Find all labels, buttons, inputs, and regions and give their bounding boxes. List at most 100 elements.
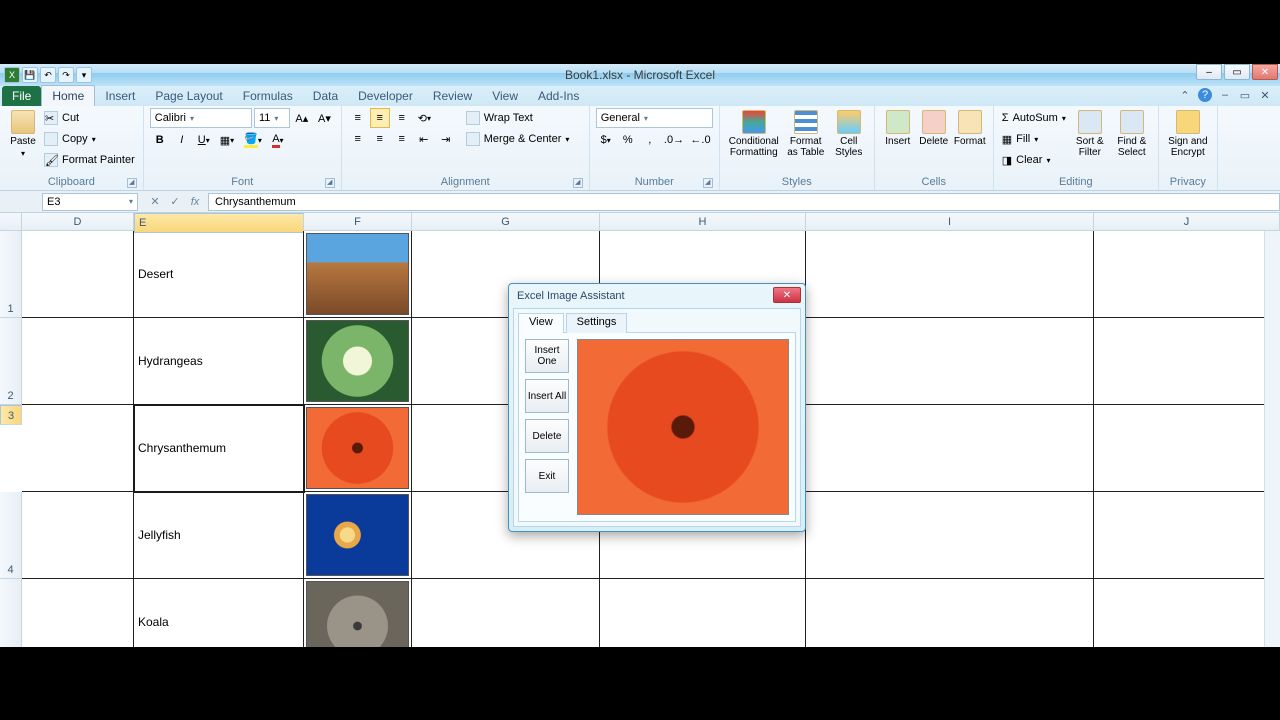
increase-decimal-button[interactable]: .0→: [662, 130, 687, 150]
cell[interactable]: [22, 318, 134, 405]
copy-button[interactable]: Copy▾: [42, 129, 137, 149]
delete-cells-button[interactable]: Delete: [917, 108, 951, 174]
increase-indent-button[interactable]: ⇥: [436, 129, 456, 149]
cut-button[interactable]: ✂Cut: [42, 108, 137, 128]
format-as-table-button[interactable]: Format as Table: [784, 108, 828, 174]
column-header-H[interactable]: H: [600, 213, 806, 230]
tab-review[interactable]: Review: [423, 86, 482, 106]
column-header-D[interactable]: D: [22, 213, 134, 230]
qat-custom-icon[interactable]: ▾: [76, 67, 92, 83]
doc-close-icon[interactable]: ✕: [1258, 88, 1272, 102]
column-header-G[interactable]: G: [412, 213, 600, 230]
help-icon[interactable]: ?: [1198, 88, 1212, 102]
align-middle-button[interactable]: ≡: [370, 108, 390, 128]
cell[interactable]: [1094, 492, 1280, 579]
autosum-button[interactable]: ΣAutoSum▾: [1000, 108, 1068, 128]
cell[interactable]: [600, 579, 806, 647]
border-button[interactable]: ▦▾: [216, 130, 238, 150]
cell[interactable]: [1094, 318, 1280, 405]
accounting-button[interactable]: $▾: [596, 130, 616, 150]
cell[interactable]: [806, 492, 1094, 579]
align-right-button[interactable]: ≡: [392, 129, 412, 149]
number-format-select[interactable]: General▾: [596, 108, 713, 128]
font-launcher[interactable]: ◢: [325, 178, 335, 188]
formula-input[interactable]: Chrysanthemum: [208, 193, 1280, 211]
dialog-delete-button[interactable]: Delete: [525, 419, 569, 453]
cell[interactable]: [304, 318, 412, 405]
number-launcher[interactable]: ◢: [703, 178, 713, 188]
conditional-formatting-button[interactable]: Conditional Formatting: [726, 108, 782, 174]
tab-data[interactable]: Data: [303, 86, 348, 106]
insert-one-button[interactable]: Insert One: [525, 339, 569, 373]
sign-encrypt-button[interactable]: Sign and Encrypt: [1165, 108, 1211, 174]
font-size-select[interactable]: 11▾: [254, 108, 290, 128]
doc-restore-icon[interactable]: ▭: [1238, 88, 1252, 102]
merge-center-button[interactable]: Merge & Center▾: [464, 129, 572, 149]
cell[interactable]: [304, 579, 412, 647]
row-header[interactable]: 5: [0, 579, 22, 647]
align-top-button[interactable]: ≡: [348, 108, 368, 128]
tab-view[interactable]: View: [482, 86, 528, 106]
underline-button[interactable]: U▾: [194, 130, 214, 150]
shrink-font-button[interactable]: A▾: [314, 108, 335, 128]
grow-font-button[interactable]: A▴: [292, 108, 313, 128]
dialog-tab-settings[interactable]: Settings: [566, 313, 628, 333]
name-box[interactable]: E3▾: [42, 193, 138, 211]
tab-developer[interactable]: Developer: [348, 86, 423, 106]
cell[interactable]: Chrysanthemum: [134, 405, 304, 492]
cell[interactable]: [412, 579, 600, 647]
column-header-F[interactable]: F: [304, 213, 412, 230]
tab-formulas[interactable]: Formulas: [233, 86, 303, 106]
column-header-J[interactable]: J: [1094, 213, 1280, 230]
insert-all-button[interactable]: Insert All: [525, 379, 569, 413]
cancel-formula-icon[interactable]: ✕: [146, 193, 164, 211]
qat-redo-icon[interactable]: ↷: [58, 67, 74, 83]
row-header[interactable]: 4: [0, 492, 22, 579]
close-button[interactable]: ✕: [1252, 64, 1278, 80]
enter-formula-icon[interactable]: ✓: [166, 193, 184, 211]
percent-button[interactable]: %: [618, 130, 638, 150]
tab-insert[interactable]: Insert: [95, 86, 145, 106]
doc-minimize-icon[interactable]: –: [1218, 88, 1232, 102]
qat-save-icon[interactable]: 💾: [22, 67, 38, 83]
restore-button[interactable]: ▭: [1224, 64, 1250, 80]
cell[interactable]: Desert: [134, 231, 304, 318]
paste-button[interactable]: Paste ▾: [6, 108, 40, 174]
qat-undo-icon[interactable]: ↶: [40, 67, 56, 83]
wrap-text-button[interactable]: Wrap Text: [464, 108, 572, 128]
tab-page-layout[interactable]: Page Layout: [145, 86, 232, 106]
fill-color-button[interactable]: 🪣▾: [240, 130, 266, 150]
font-color-button[interactable]: A▾: [268, 130, 288, 150]
cell[interactable]: [1094, 405, 1280, 492]
cell[interactable]: [806, 318, 1094, 405]
row-header[interactable]: 3: [0, 405, 22, 425]
decrease-indent-button[interactable]: ⇤: [414, 129, 434, 149]
dialog-close-button[interactable]: ✕: [773, 287, 801, 303]
fill-button[interactable]: ▦Fill▾: [1000, 129, 1068, 149]
alignment-launcher[interactable]: ◢: [573, 178, 583, 188]
cell[interactable]: Koala: [134, 579, 304, 647]
column-header-I[interactable]: I: [806, 213, 1094, 230]
tab-file[interactable]: File: [2, 86, 41, 106]
cell[interactable]: [806, 579, 1094, 647]
column-header-E[interactable]: E: [134, 213, 304, 233]
clear-button[interactable]: ◨Clear▾: [1000, 150, 1068, 170]
insert-cells-button[interactable]: Insert: [881, 108, 915, 174]
tab-home[interactable]: Home: [41, 85, 95, 106]
cell[interactable]: [1094, 231, 1280, 318]
comma-button[interactable]: ,: [640, 130, 660, 150]
cell[interactable]: [22, 231, 134, 318]
align-bottom-button[interactable]: ≡: [392, 108, 412, 128]
clipboard-launcher[interactable]: ◢: [127, 178, 137, 188]
cell[interactable]: [22, 405, 134, 492]
cell-styles-button[interactable]: Cell Styles: [830, 108, 868, 174]
cell[interactable]: Jellyfish: [134, 492, 304, 579]
cell[interactable]: [22, 492, 134, 579]
cell[interactable]: [806, 405, 1094, 492]
orientation-button[interactable]: ⟲▾: [414, 108, 435, 128]
vertical-scrollbar[interactable]: [1264, 231, 1280, 647]
italic-button[interactable]: I: [172, 130, 192, 150]
row-header[interactable]: 1: [0, 231, 22, 318]
decrease-decimal-button[interactable]: ←.0: [688, 130, 713, 150]
bold-button[interactable]: B: [150, 130, 170, 150]
